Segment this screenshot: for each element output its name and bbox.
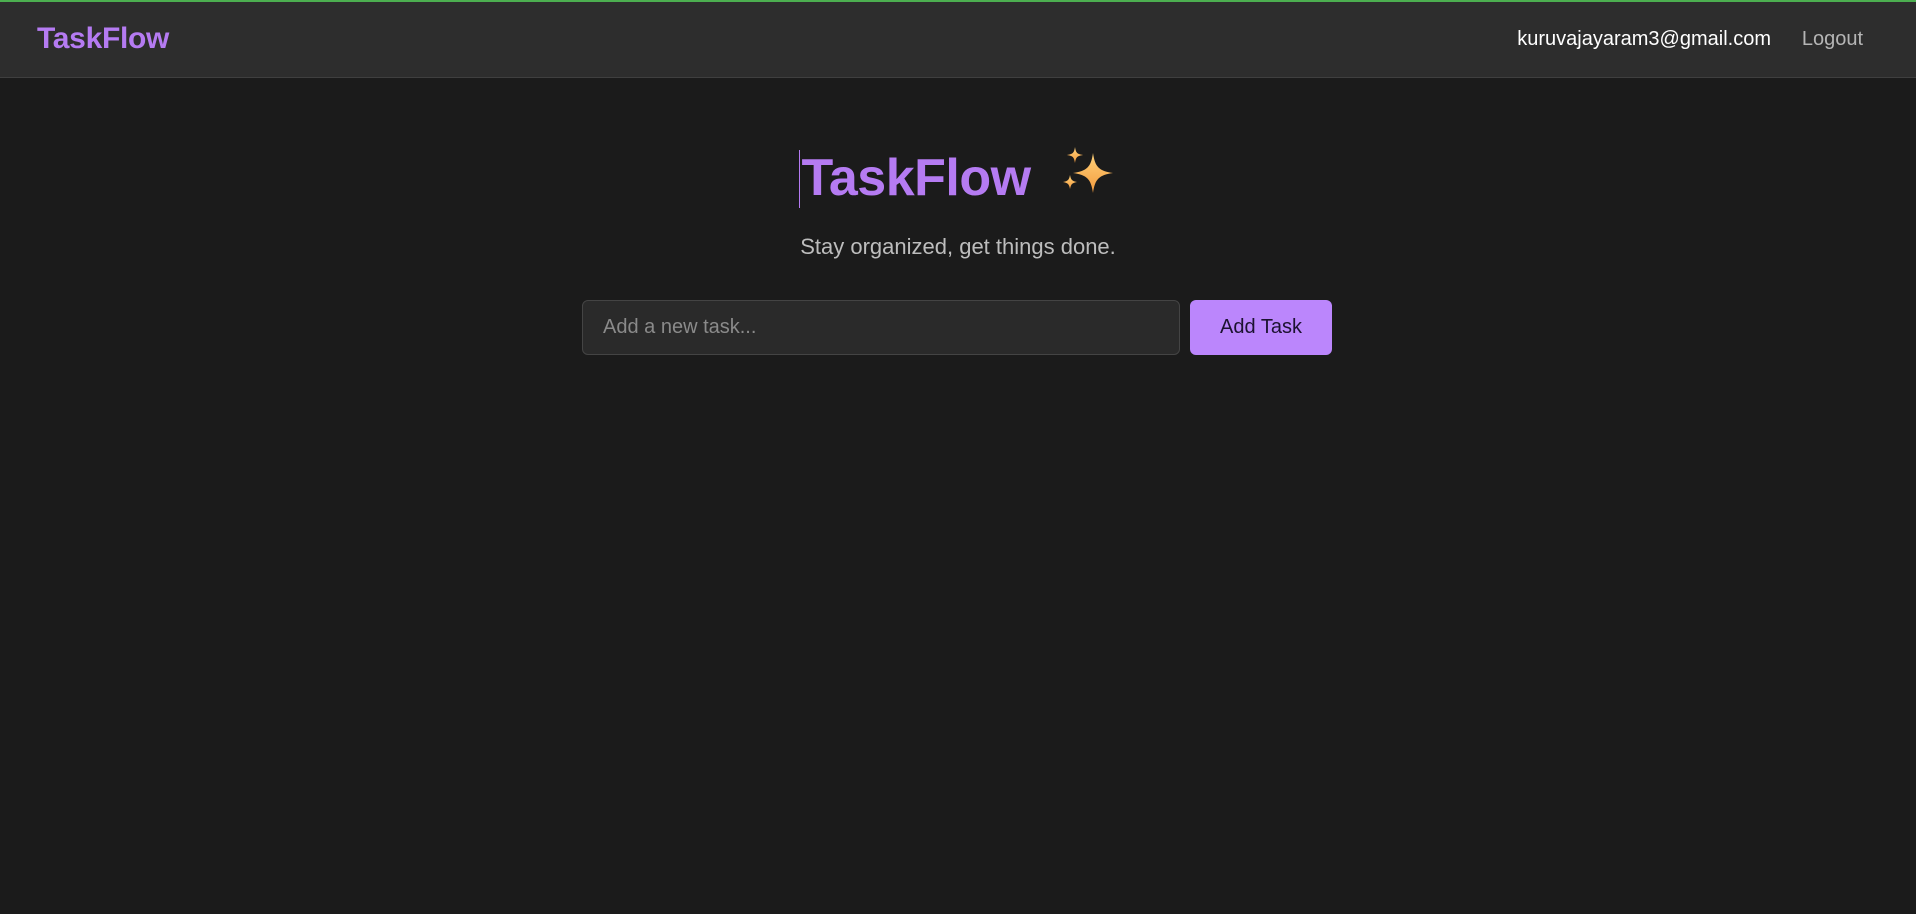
user-email: kuruvajayaram3@gmail.com xyxy=(1517,28,1771,50)
page-title: TaskFlow xyxy=(801,149,1031,207)
add-task-button[interactable]: Add Task xyxy=(1190,300,1332,355)
sparkles-icon xyxy=(1061,145,1117,210)
page-title-wrap: TaskFlow xyxy=(799,148,1031,208)
page-subtitle: Stay organized, get things done. xyxy=(800,234,1116,259)
new-task-input[interactable] xyxy=(582,300,1180,355)
navbar: TaskFlow kuruvajayaram3@gmail.com Logout xyxy=(0,2,1916,78)
brand-logo[interactable]: TaskFlow xyxy=(37,22,169,56)
logout-button[interactable]: Logout xyxy=(1802,28,1863,51)
page-title-container: TaskFlow xyxy=(0,145,1916,214)
text-caret xyxy=(799,150,801,208)
